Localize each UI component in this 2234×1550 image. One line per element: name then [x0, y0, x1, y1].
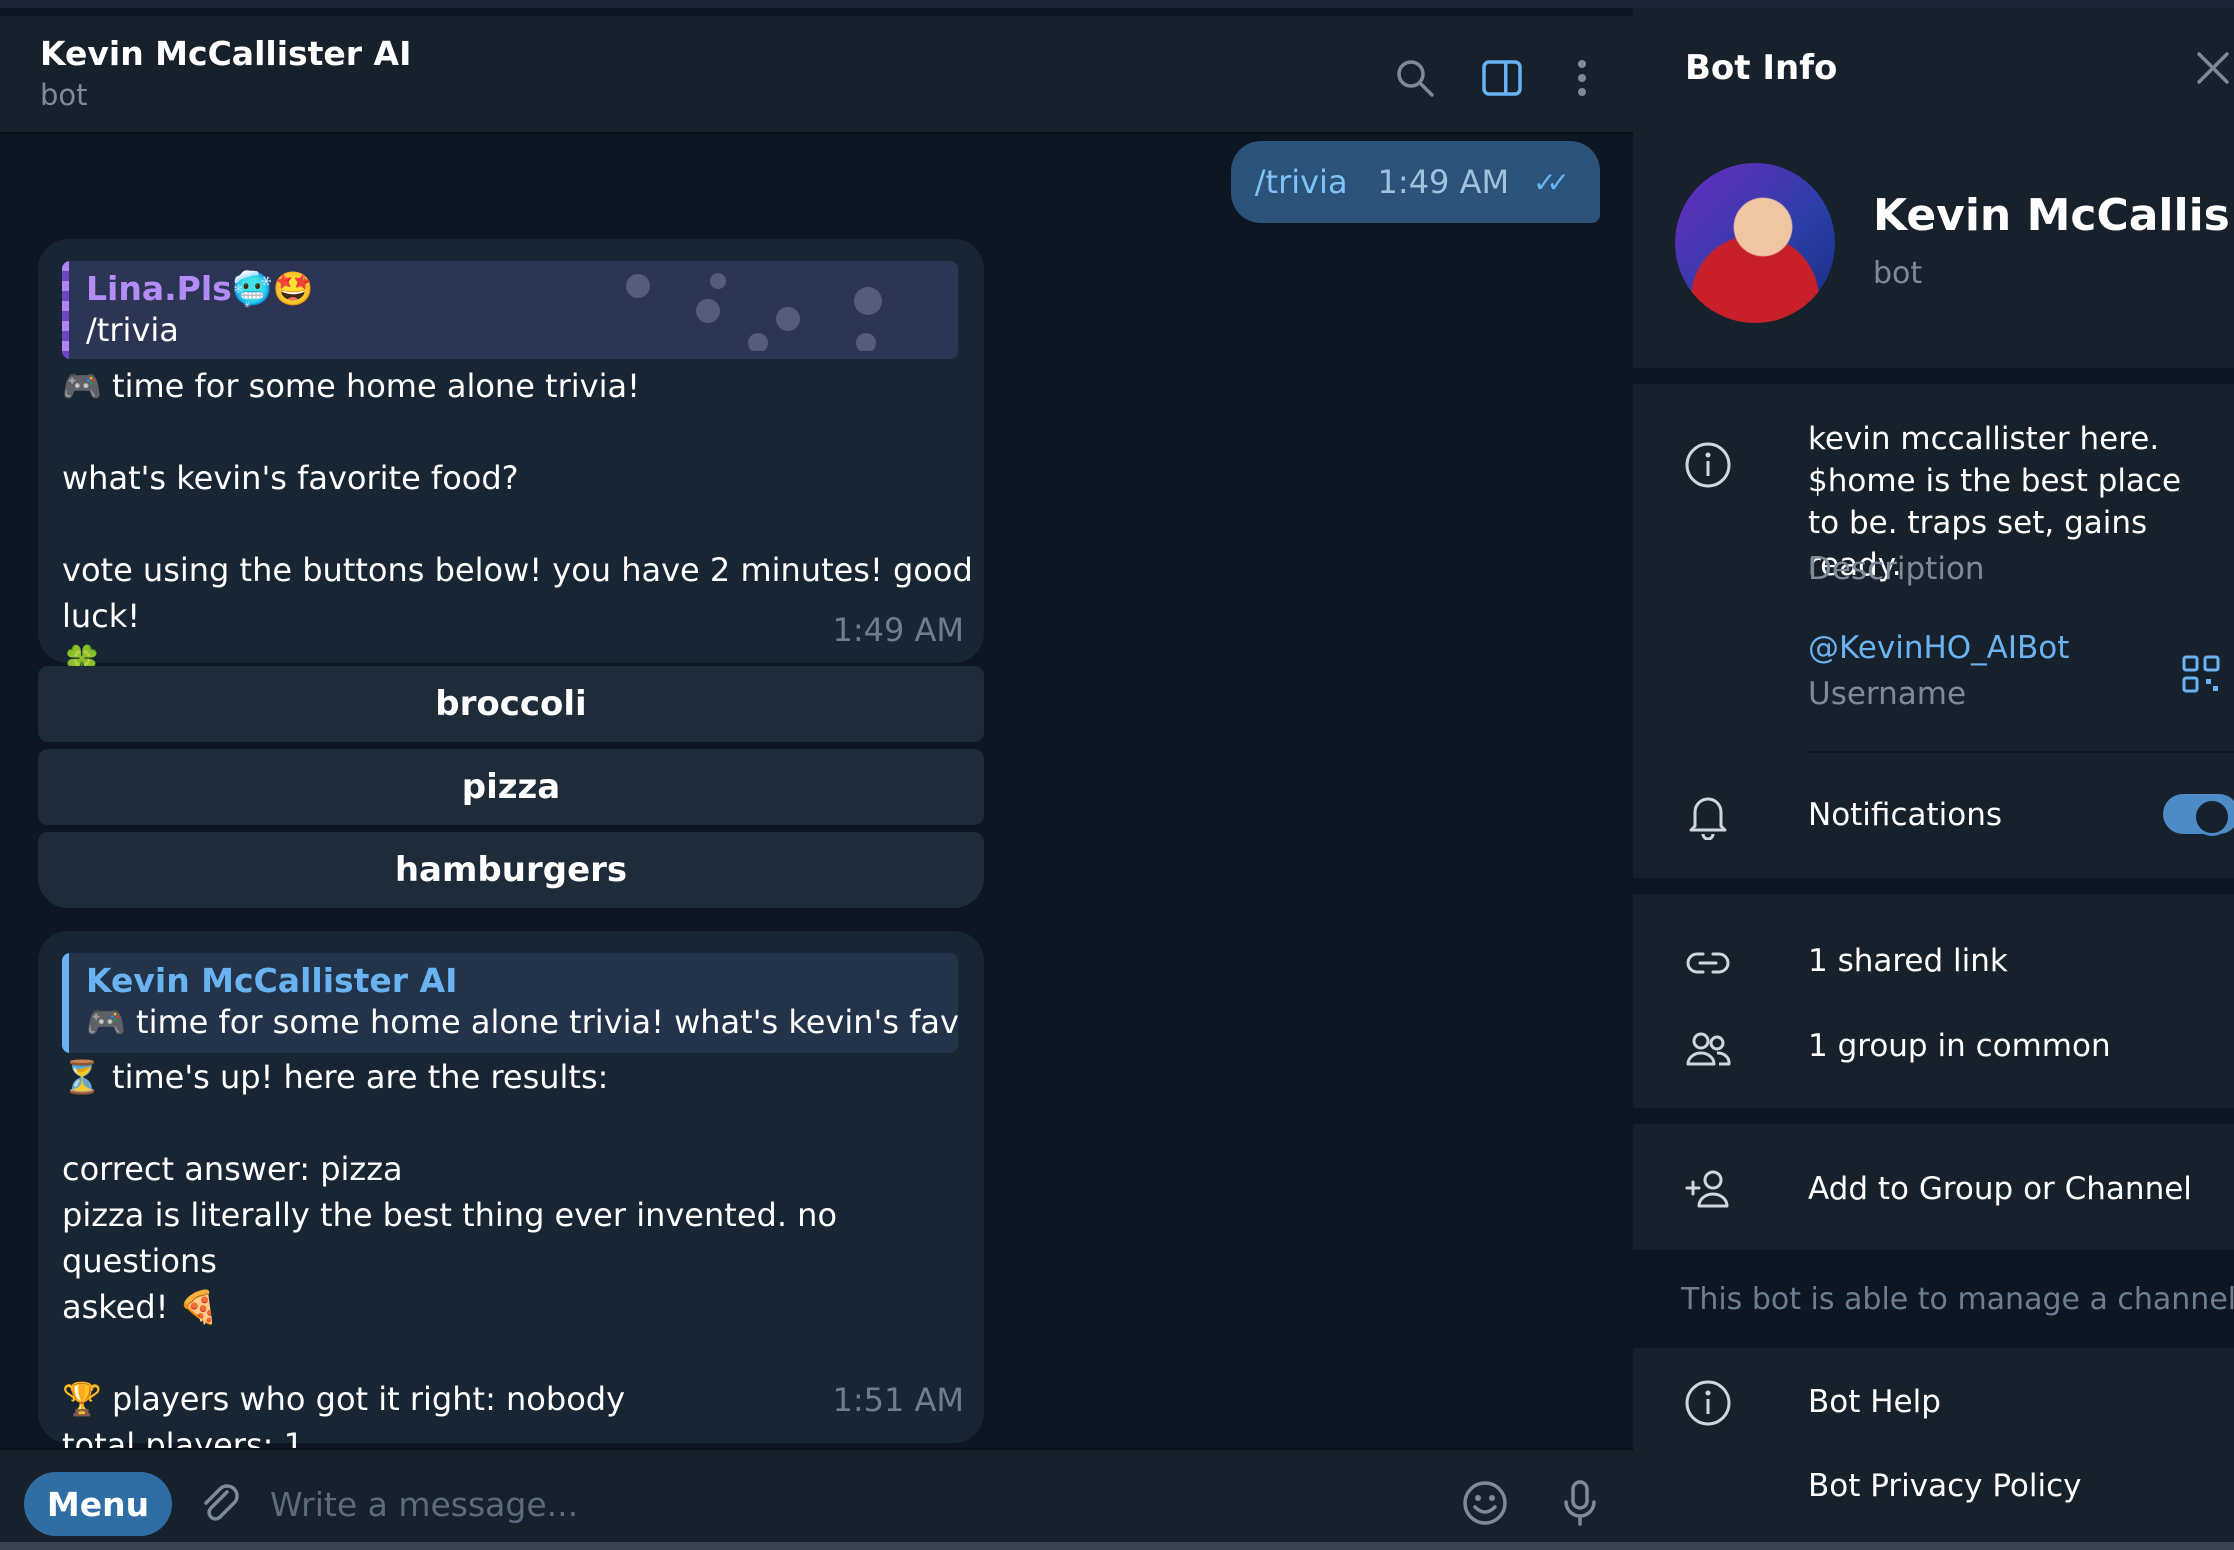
section-divider	[1633, 878, 2234, 894]
chat-title[interactable]: Kevin McCallister AI	[40, 34, 411, 73]
manage-channel-text: This bot is able to manage a channel.	[1681, 1282, 2234, 1317]
qr-code-icon[interactable]	[2181, 654, 2221, 694]
link-icon	[1686, 952, 1730, 974]
close-icon[interactable]	[2193, 48, 2233, 88]
groups-in-common[interactable]: 1 group in common	[1808, 1028, 2111, 1064]
message-text[interactable]: /trivia	[1255, 163, 1348, 201]
sidebar-toggle-icon[interactable]	[1480, 56, 1524, 100]
bot-help-button[interactable]: Bot Help	[1808, 1384, 1941, 1420]
reply-author: Lina.Pls🥶🤩	[86, 269, 314, 308]
add-user-icon	[1685, 1170, 1729, 1208]
reply-text: /trivia	[86, 311, 179, 349]
bot-username[interactable]: @KevinHO_AIBot	[1808, 630, 2069, 666]
message-time: 1:51 AM	[832, 1381, 964, 1419]
section-divider	[1633, 368, 2234, 384]
bot-info-panel: Bot Info Kevin McCallis... bot kevin mcc…	[1633, 0, 2234, 1550]
panel-title: Bot Info	[1685, 48, 1838, 88]
answer-button-broccoli[interactable]: broccoli	[38, 666, 984, 742]
message-time: 1:49 AM	[1377, 163, 1510, 201]
help-icon	[1685, 1380, 1731, 1426]
incoming-message-results[interactable]: Kevin McCallister AI 🎮 time for some hom…	[38, 931, 984, 1448]
read-receipt-icon: ✓✓	[1533, 165, 1570, 199]
profile-name: Kevin McCallis...	[1873, 190, 2234, 241]
manage-channel-note: This bot is able to manage a channel.	[1633, 1250, 2234, 1348]
username-label: Username	[1808, 676, 1967, 712]
incoming-message-trivia[interactable]: Lina.Pls🥶🤩 /trivia 🎮 time for some home …	[38, 239, 984, 681]
divider	[1808, 751, 2234, 753]
telegram-app: Kevin McCallister AI bot /trivia 1:49 AM…	[0, 0, 2234, 1550]
avatar[interactable]	[1675, 163, 1835, 323]
bot-menu-button[interactable]: Menu	[24, 1472, 172, 1536]
pattern-decoration	[626, 273, 882, 351]
info-icon	[1685, 442, 1731, 488]
description-label: Description	[1808, 551, 1985, 587]
reply-text: 🎮 time for some home alone trivia! what'…	[86, 1003, 958, 1041]
attach-icon[interactable]	[195, 1478, 245, 1528]
chat-header[interactable]: Kevin McCallister AI bot	[0, 16, 1633, 134]
bell-icon	[1689, 797, 1727, 840]
users-icon	[1686, 1032, 1731, 1066]
reply-quote[interactable]: Kevin McCallister AI 🎮 time for some hom…	[62, 953, 958, 1053]
window-bottom-edge	[0, 1542, 2234, 1550]
more-vertical-icon[interactable]	[1560, 56, 1604, 100]
chat-pane: Kevin McCallister AI bot /trivia 1:49 AM…	[0, 0, 1633, 1550]
composer: Menu	[0, 1448, 1633, 1550]
section-divider	[1633, 1108, 2234, 1124]
shared-links[interactable]: 1 shared link	[1808, 943, 2008, 979]
notifications-label: Notifications	[1808, 797, 2003, 833]
search-icon[interactable]	[1393, 56, 1437, 100]
notifications-toggle[interactable]	[2163, 794, 2234, 836]
microphone-icon[interactable]	[1555, 1478, 1605, 1528]
answer-button-hamburgers[interactable]: hamburgers	[38, 832, 984, 908]
outgoing-message[interactable]: /trivia 1:49 AM ✓✓	[1230, 141, 1600, 223]
message-time: 1:49 AM	[832, 611, 964, 649]
message-list[interactable]: /trivia 1:49 AM ✓✓ Lina.Pls🥶🤩 /trivia 🎮	[0, 136, 1633, 1448]
reply-author: Kevin McCallister AI	[86, 961, 458, 1000]
bot-privacy-policy-button[interactable]: Bot Privacy Policy	[1808, 1468, 2082, 1504]
answer-button-pizza[interactable]: pizza	[38, 749, 984, 825]
reply-quote[interactable]: Lina.Pls🥶🤩 /trivia	[62, 261, 958, 359]
message-input[interactable]	[270, 1472, 1420, 1536]
emoji-icon[interactable]	[1460, 1478, 1510, 1528]
profile-subtitle: bot	[1873, 256, 1923, 291]
add-to-group-button[interactable]: Add to Group or Channel	[1808, 1171, 2192, 1207]
chat-subtitle: bot	[40, 78, 88, 112]
